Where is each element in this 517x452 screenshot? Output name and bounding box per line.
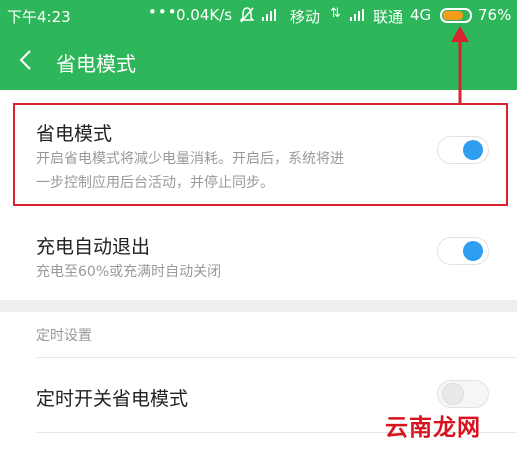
status-dots: ••• [148, 3, 178, 21]
setting-title: 充电自动退出 [36, 236, 151, 258]
toggle-knob [463, 241, 483, 261]
net-speed: 0.04K/s [176, 6, 233, 24]
charge-auto-exit-toggle[interactable] [437, 237, 489, 265]
mute-icon [239, 7, 255, 27]
signal-icon [262, 9, 276, 21]
setting-title: 定时开关省电模式 [36, 388, 189, 410]
section-gap [0, 300, 517, 312]
setting-desc-line-1: 充电至60%或充满时自动关闭 [36, 264, 222, 280]
back-icon[interactable] [16, 48, 38, 72]
watermark: 云南龙网 [385, 415, 481, 441]
net-type: 4G [410, 6, 432, 24]
signal-icon-2 [350, 9, 364, 21]
data-arrows-icon: ⇅ [330, 6, 341, 21]
battery-icon [440, 8, 472, 23]
battery-percent: 76% [478, 6, 512, 24]
section-label: 定时设置 [36, 328, 92, 344]
carrier-1: 移动 [290, 8, 321, 26]
setting-desc-line-2: 一步控制应用后台活动，并停止同步。 [36, 175, 274, 191]
setting-power-saving[interactable]: 省电模式 开启省电模式将减少电量消耗。开启后，系统将进 一步控制应用后台活动，并… [0, 103, 517, 206]
scheduled-toggle[interactable] [437, 380, 489, 408]
power-saving-toggle[interactable] [437, 136, 489, 164]
battery-fill [443, 11, 463, 20]
carrier-2: 联通 [373, 8, 404, 26]
status-time: 下午4:23 [7, 8, 71, 26]
setting-charge-auto-exit[interactable]: 充电自动退出 充电至60%或充满时自动关闭 [0, 216, 517, 300]
toggle-knob [442, 383, 464, 405]
page-title: 省电模式 [56, 52, 136, 76]
toggle-knob [463, 140, 483, 160]
setting-desc-line-1: 开启省电模式将减少电量消耗。开启后，系统将进 [36, 151, 344, 167]
setting-title: 省电模式 [36, 123, 113, 145]
